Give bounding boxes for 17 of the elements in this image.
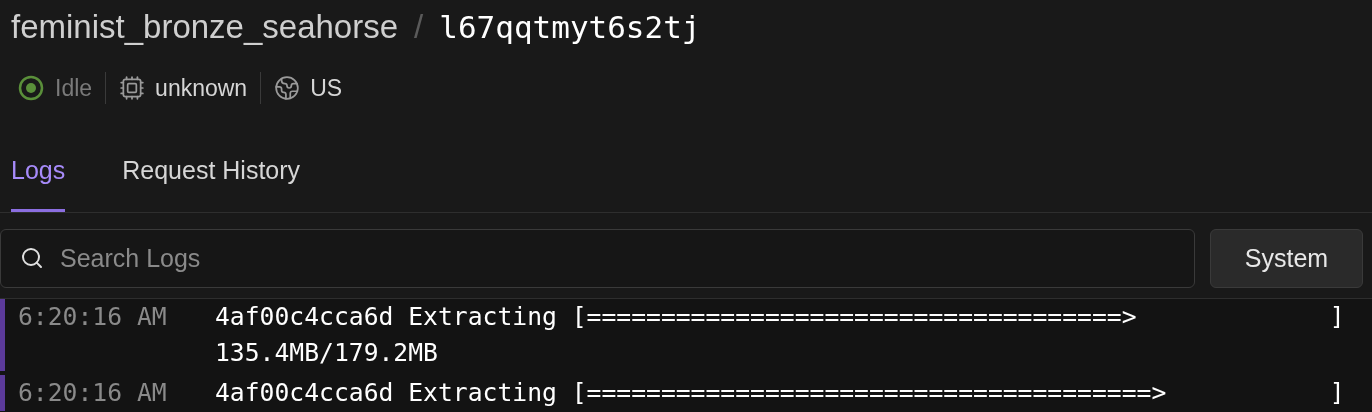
status-label: unknown xyxy=(155,73,248,103)
status-dot-icon xyxy=(17,74,45,102)
log-time: 6:20:16 AM xyxy=(17,301,168,333)
status-label: US xyxy=(310,73,343,103)
search-field[interactable]: Search Logs xyxy=(0,229,1195,288)
log-message: 4af00c4cca6d Extracting [====================================> ] 135.4MB/179.2MB xyxy=(215,301,1346,369)
log-message: 4af00c4cca6d Extracting [======================================> ] xyxy=(215,377,1346,409)
log-time: 6:20:16 AM xyxy=(17,377,168,409)
search-icon xyxy=(20,246,44,270)
project-name: feminist_bronze_seahorse xyxy=(11,7,399,47)
tab[interactable]: Request History xyxy=(122,151,301,212)
filter-button[interactable]: System xyxy=(1210,229,1363,288)
pod-id: l67qqtmyt6s2tj xyxy=(439,8,701,47)
globe-icon xyxy=(274,75,301,101)
breadcrumb-separator: / xyxy=(414,7,424,47)
chip-icon xyxy=(119,75,146,101)
status-label: Idle xyxy=(55,73,93,103)
